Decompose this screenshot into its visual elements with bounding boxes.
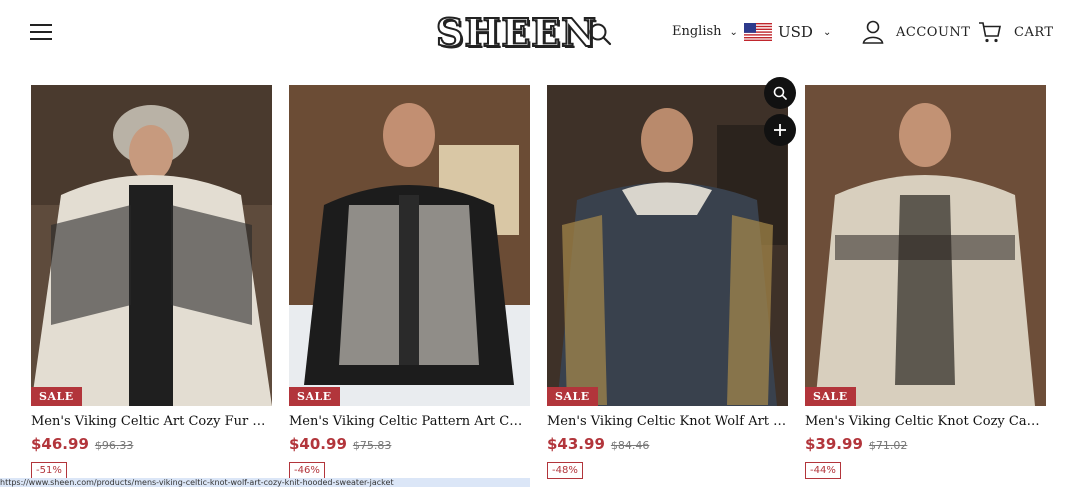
- sale-badge: SALE: [805, 387, 856, 406]
- sale-price: $39.99: [805, 435, 863, 453]
- language-selector[interactable]: English ⌄: [672, 24, 738, 39]
- chevron-down-icon: ⌄: [729, 27, 738, 38]
- plus-icon: [774, 124, 786, 136]
- quick-view-button[interactable]: [764, 77, 796, 109]
- cart-link[interactable]: CART: [978, 20, 1054, 44]
- price-row: $46.99 $96.33: [31, 435, 272, 453]
- product-title[interactable]: Men's Viking Celtic Pattern Art Cozy H..…: [289, 414, 530, 429]
- product-image[interactable]: SALE: [805, 85, 1046, 406]
- discount-badge: -46%: [289, 462, 325, 479]
- product-title[interactable]: Men's Viking Celtic Knot Cozy Casual H..…: [805, 414, 1046, 429]
- product-card[interactable]: SALE Men's Viking Celtic Knot Cozy Casua…: [805, 85, 1046, 479]
- search-icon[interactable]: [588, 22, 612, 46]
- link-preview-status-bar: https://www.sheen.com/products/mens-viki…: [0, 478, 530, 487]
- cart-icon: [979, 22, 1001, 43]
- us-flag-icon: [744, 23, 772, 41]
- language-label: English: [672, 24, 722, 39]
- product-card[interactable]: SALE Men's Viking Celtic Knot Wolf Art C…: [547, 85, 788, 479]
- search-icon: [773, 86, 787, 100]
- quick-add-button[interactable]: [764, 114, 796, 146]
- original-price: $84.46: [610, 439, 650, 452]
- product-image[interactable]: SALE: [31, 85, 272, 406]
- price-row: $39.99 $71.02: [805, 435, 1046, 453]
- discount-badge: -51%: [31, 462, 67, 479]
- sale-price: $43.99: [547, 435, 605, 453]
- product-title[interactable]: Men's Viking Celtic Knot Wolf Art Cozy .…: [547, 414, 788, 429]
- original-price: $75.83: [352, 439, 392, 452]
- product-image[interactable]: SALE: [547, 85, 788, 406]
- price-row: $40.99 $75.83: [289, 435, 530, 453]
- original-price: $96.33: [94, 439, 134, 452]
- discount-badge: -48%: [547, 462, 583, 479]
- price-row: $43.99 $84.46: [547, 435, 788, 453]
- hamburger-menu-icon[interactable]: [30, 24, 52, 42]
- product-card[interactable]: SALE Men's Viking Celtic Pattern Art Coz…: [289, 85, 530, 479]
- site-logo[interactable]: SHEEN: [435, 8, 597, 58]
- account-link[interactable]: ACCOUNT: [862, 20, 970, 44]
- user-icon: [862, 20, 884, 44]
- currency-selector[interactable]: USD ⌄: [744, 22, 831, 42]
- currency-label: USD: [778, 23, 813, 41]
- sale-badge: SALE: [31, 387, 82, 406]
- product-card[interactable]: SALE Men's Viking Celtic Art Cozy Fur Co…: [31, 85, 272, 479]
- product-title[interactable]: Men's Viking Celtic Art Cozy Fur Collar.…: [31, 414, 272, 429]
- sale-badge: SALE: [289, 387, 340, 406]
- discount-badge: -44%: [805, 462, 841, 479]
- cart-label: CART: [1014, 24, 1054, 40]
- original-price: $71.02: [868, 439, 908, 452]
- product-image[interactable]: SALE: [289, 85, 530, 406]
- sale-price: $40.99: [289, 435, 347, 453]
- sale-price: $46.99: [31, 435, 89, 453]
- chevron-down-icon: ⌄: [822, 26, 832, 38]
- site-header: SHEEN English ⌄ USD ⌄ ACCOUNT CART: [0, 0, 1080, 68]
- account-label: ACCOUNT: [896, 24, 971, 40]
- sale-badge: SALE: [547, 387, 598, 406]
